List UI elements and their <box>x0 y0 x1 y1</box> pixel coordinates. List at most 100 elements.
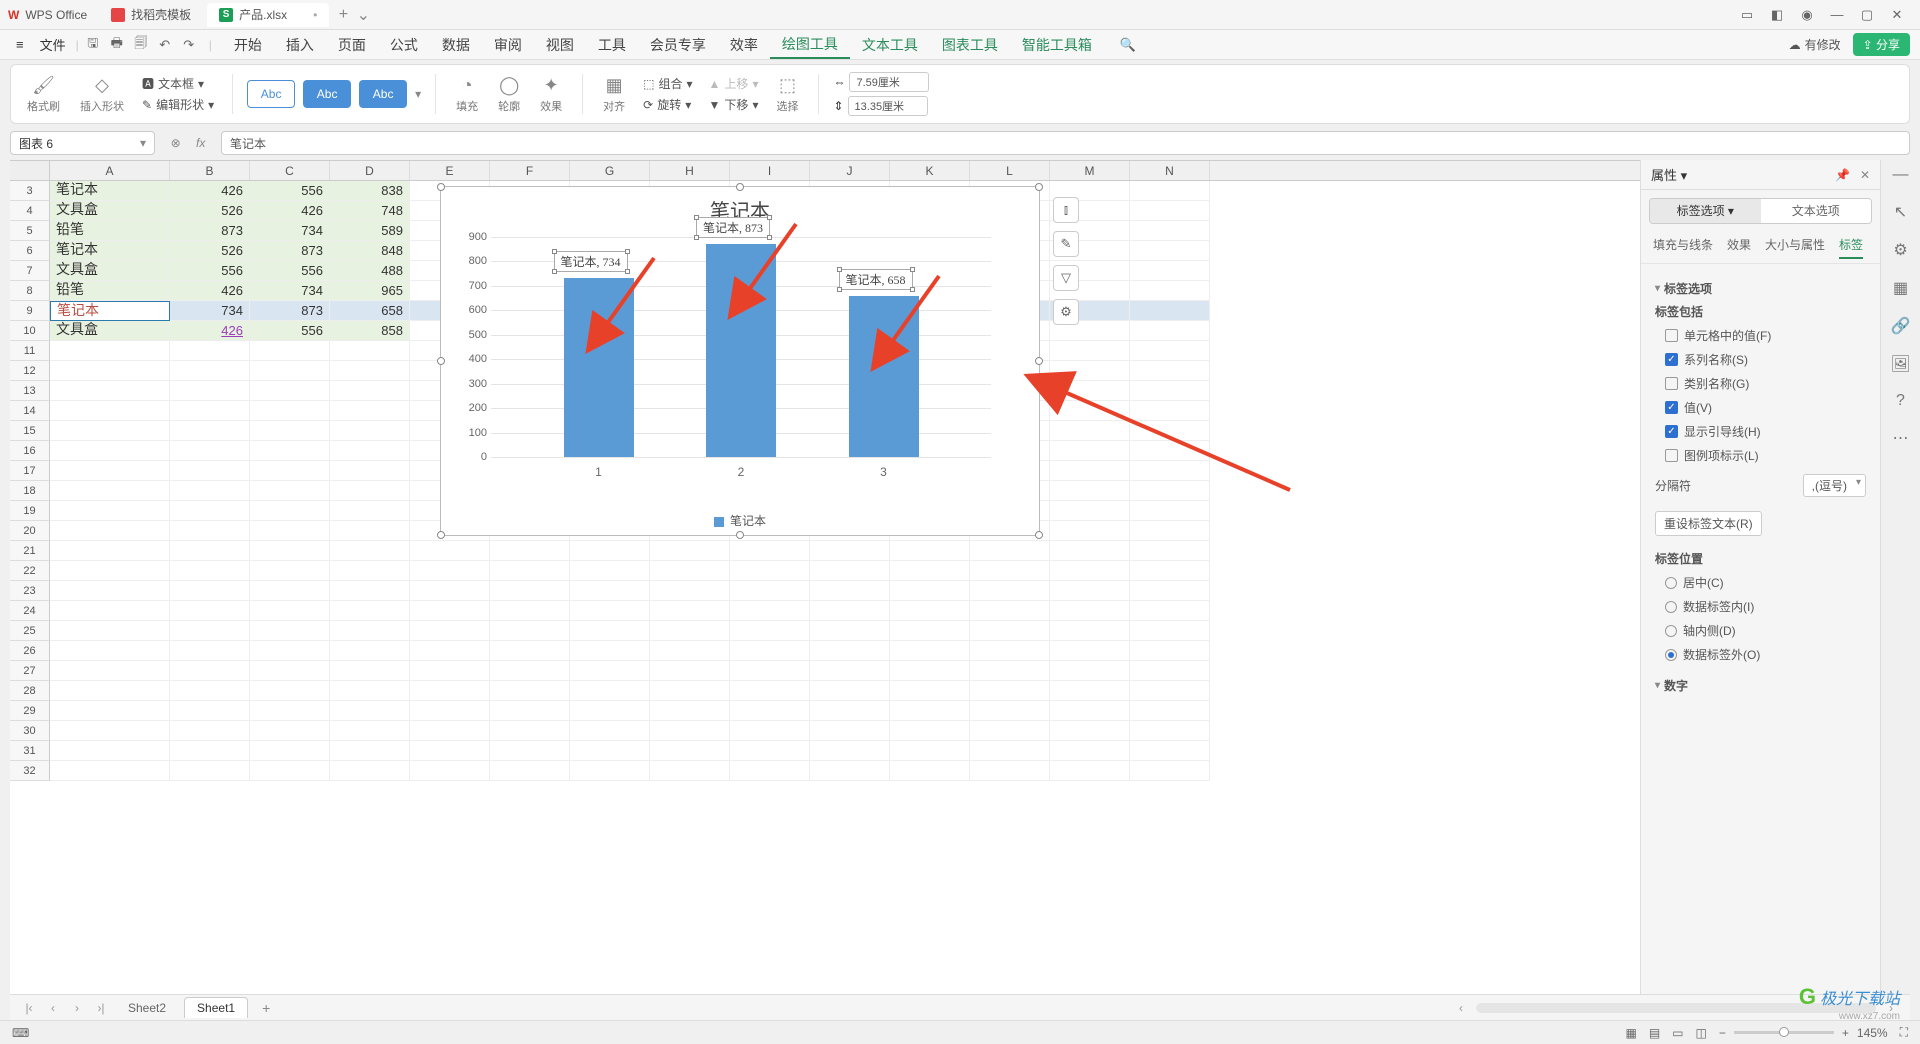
style-preset-2[interactable]: Abc <box>303 80 351 108</box>
cell[interactable] <box>50 581 170 601</box>
resize-handle[interactable] <box>437 531 445 539</box>
cell[interactable] <box>570 741 650 761</box>
cell[interactable] <box>1130 541 1210 561</box>
cell[interactable] <box>250 341 330 361</box>
cell[interactable] <box>330 501 410 521</box>
spreadsheet[interactable]: ABCDEFGHIJKLMN 3笔记本4265568384文具盒52642674… <box>10 160 1640 994</box>
cell[interactable] <box>50 521 170 541</box>
row-header[interactable]: 4 <box>10 201 50 221</box>
cell[interactable]: 838 <box>330 181 410 201</box>
cloud-modified[interactable]: ☁ 有修改 <box>1781 36 1849 53</box>
cell[interactable] <box>170 521 250 541</box>
chart-settings-btn[interactable]: ⚙ <box>1053 299 1079 325</box>
section-number[interactable]: 数字 <box>1655 677 1866 694</box>
cell[interactable] <box>810 541 890 561</box>
cell[interactable] <box>330 361 410 381</box>
cell[interactable] <box>1130 661 1210 681</box>
section-label-options[interactable]: 标签选项 <box>1655 280 1866 297</box>
redo-icon[interactable]: ↷ <box>179 37 199 53</box>
cell[interactable] <box>1130 421 1210 441</box>
row-header[interactable]: 13 <box>10 381 50 401</box>
sheet-nav-prev[interactable]: ‹ <box>44 1001 62 1015</box>
cell[interactable] <box>50 681 170 701</box>
share-button[interactable]: ⇪ 分享 <box>1853 33 1910 56</box>
shape-width[interactable]: 7.59厘米 <box>849 72 929 92</box>
cell[interactable] <box>410 641 490 661</box>
cell[interactable] <box>1130 261 1210 281</box>
cell[interactable] <box>1050 741 1130 761</box>
cell[interactable] <box>490 641 570 661</box>
rail-style-icon[interactable]: ▦ <box>1893 278 1908 298</box>
cell[interactable] <box>1050 521 1130 541</box>
cell[interactable] <box>970 581 1050 601</box>
cell[interactable] <box>730 701 810 721</box>
cell[interactable] <box>490 721 570 741</box>
cell[interactable] <box>50 381 170 401</box>
outline-btn[interactable]: ◯轮廓 <box>492 75 526 114</box>
cell[interactable] <box>410 581 490 601</box>
cell[interactable] <box>810 581 890 601</box>
cell[interactable] <box>50 361 170 381</box>
cell[interactable] <box>1050 561 1130 581</box>
cell[interactable]: 426 <box>170 181 250 201</box>
cell[interactable] <box>330 541 410 561</box>
cell[interactable] <box>50 401 170 421</box>
cell[interactable] <box>650 621 730 641</box>
row-header[interactable]: 10 <box>10 321 50 341</box>
cell[interactable] <box>1050 721 1130 741</box>
row-header[interactable]: 28 <box>10 681 50 701</box>
cell[interactable] <box>1130 181 1210 201</box>
hamburger-icon[interactable]: ≡ <box>10 37 30 52</box>
cell[interactable] <box>1130 581 1210 601</box>
cell[interactable] <box>570 621 650 641</box>
cell[interactable] <box>890 661 970 681</box>
cell[interactable] <box>570 601 650 621</box>
cell[interactable] <box>410 721 490 741</box>
cell[interactable] <box>170 581 250 601</box>
row-header[interactable]: 5 <box>10 221 50 241</box>
col-header[interactable]: K <box>890 161 970 180</box>
rail-select-icon[interactable]: ↖ <box>1894 202 1907 222</box>
cell[interactable] <box>50 541 170 561</box>
cell[interactable] <box>50 421 170 441</box>
cell[interactable]: 426 <box>170 321 250 341</box>
cell[interactable] <box>410 541 490 561</box>
cell[interactable] <box>250 481 330 501</box>
cell[interactable] <box>1130 681 1210 701</box>
cell[interactable] <box>50 741 170 761</box>
cell[interactable] <box>810 641 890 661</box>
select-btn[interactable]: ⬚选择 <box>770 75 804 114</box>
zoom-slider[interactable] <box>1734 1031 1834 1034</box>
cell[interactable]: 556 <box>170 261 250 281</box>
cell[interactable]: 556 <box>250 261 330 281</box>
cell[interactable] <box>410 681 490 701</box>
sheet-nav-first[interactable]: |‹ <box>20 1001 38 1015</box>
text-box-btn[interactable]: 🅰 文本框 ▾ <box>138 75 218 92</box>
row-header[interactable]: 16 <box>10 441 50 461</box>
cell[interactable] <box>330 701 410 721</box>
cell[interactable] <box>250 441 330 461</box>
cell[interactable] <box>330 621 410 641</box>
cell[interactable] <box>490 681 570 701</box>
sheet-nav-last[interactable]: ›| <box>92 1001 110 1015</box>
cell[interactable] <box>50 621 170 641</box>
cell[interactable] <box>890 701 970 721</box>
maximize-button[interactable]: ▢ <box>1856 7 1878 23</box>
cell[interactable] <box>330 401 410 421</box>
cell[interactable] <box>170 641 250 661</box>
cell[interactable] <box>1050 401 1130 421</box>
menu-插入[interactable]: 插入 <box>274 31 326 59</box>
cell[interactable] <box>890 541 970 561</box>
cell[interactable] <box>330 601 410 621</box>
cell[interactable] <box>1050 601 1130 621</box>
plot-area[interactable]: 0100200300400500600700800900笔记本, 7341笔记本… <box>491 237 991 457</box>
cell[interactable] <box>730 641 810 661</box>
cell[interactable] <box>490 701 570 721</box>
cell[interactable]: 858 <box>330 321 410 341</box>
cell[interactable] <box>1050 541 1130 561</box>
rad-outside-end[interactable] <box>1665 649 1677 661</box>
cell[interactable] <box>570 541 650 561</box>
cell[interactable] <box>970 621 1050 641</box>
cell[interactable] <box>890 641 970 661</box>
cell[interactable] <box>970 661 1050 681</box>
